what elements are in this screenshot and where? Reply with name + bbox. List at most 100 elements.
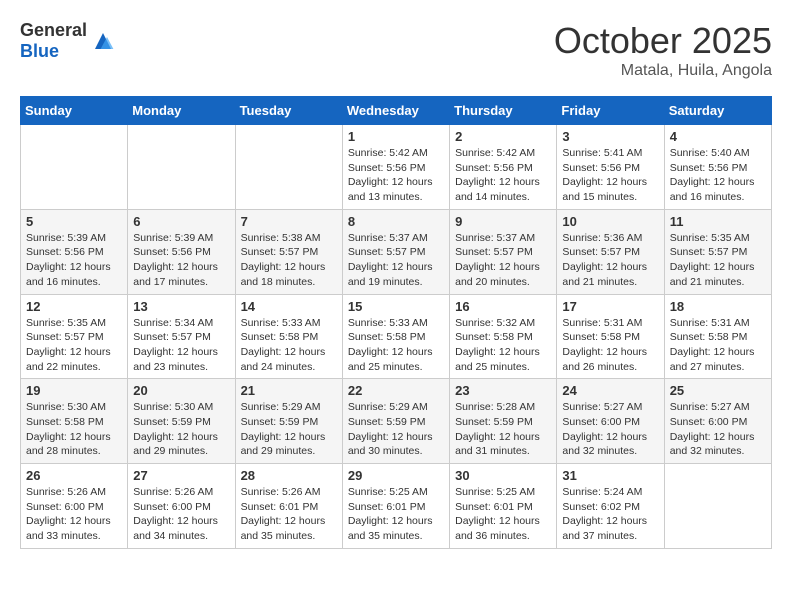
day-number: 29 (348, 468, 444, 483)
day-number: 20 (133, 383, 229, 398)
day-number: 11 (670, 214, 766, 229)
day-info: Sunrise: 5:28 AM Sunset: 5:59 PM Dayligh… (455, 400, 551, 459)
calendar-cell: 21Sunrise: 5:29 AM Sunset: 5:59 PM Dayli… (235, 379, 342, 464)
calendar-cell (235, 125, 342, 210)
day-number: 9 (455, 214, 551, 229)
calendar-cell: 28Sunrise: 5:26 AM Sunset: 6:01 PM Dayli… (235, 464, 342, 549)
calendar-cell: 23 Sunrise: 5:28 AM Sunset: 5:59 PM Dayli… (450, 379, 557, 464)
calendar-cell: 19Sunrise: 5:30 AM Sunset: 5:58 PM Dayli… (21, 379, 128, 464)
day-number: 4 (670, 129, 766, 144)
day-info: Sunrise: 5:35 AM Sunset: 5:57 PM Dayligh… (26, 316, 122, 375)
day-info: Sunrise: 5:33 AM Sunset: 5:58 PM Dayligh… (241, 316, 337, 375)
day-info: Sunrise: 5:31 AM Sunset: 5:58 PM Dayligh… (670, 316, 766, 375)
day-number: 8 (348, 214, 444, 229)
calendar-cell: 2 Sunrise: 5:42 AM Sunset: 5:56 PM Daylig… (450, 125, 557, 210)
day-info: Sunrise: 5:42 AM Sunset: 5:56 PM Dayligh… (455, 146, 551, 205)
day-number: 13 (133, 299, 229, 314)
calendar-week-row: 26 Sunrise: 5:26 AM Sunset: 6:00 PM Dayli… (21, 464, 772, 549)
day-info: Sunrise: 5:42 AM Sunset: 5:56 PM Dayligh… (348, 146, 444, 205)
day-info: Sunrise: 5:35 AM Sunset: 5:57 PM Dayligh… (670, 231, 766, 290)
calendar-cell: 5 Sunrise: 5:39 AM Sunset: 5:56 PM Daylig… (21, 209, 128, 294)
day-info: Sunrise: 5:30 AM Sunset: 5:59 PM Dayligh… (133, 400, 229, 459)
calendar-cell: 27 Sunrise: 5:26 AM Sunset: 6:00 PM Dayli… (128, 464, 235, 549)
day-info: Sunrise: 5:38 AM Sunset: 5:57 PM Dayligh… (241, 231, 337, 290)
calendar-cell: 16Sunrise: 5:32 AM Sunset: 5:58 PM Dayli… (450, 294, 557, 379)
day-info: Sunrise: 5:40 AM Sunset: 5:56 PM Dayligh… (670, 146, 766, 205)
day-number: 2 (455, 129, 551, 144)
logo: General Blue (20, 20, 115, 62)
calendar-cell: 18 Sunrise: 5:31 AM Sunset: 5:58 PM Dayli… (664, 294, 771, 379)
calendar-cell: 8 Sunrise: 5:37 AM Sunset: 5:57 PM Daylig… (342, 209, 449, 294)
day-info: Sunrise: 5:33 AM Sunset: 5:58 PM Dayligh… (348, 316, 444, 375)
calendar-body: 1 Sunrise: 5:42 AM Sunset: 5:56 PM Daylig… (21, 125, 772, 549)
col-sunday: Sunday (21, 97, 128, 125)
month-title: October 2025 (554, 20, 772, 62)
day-info: Sunrise: 5:27 AM Sunset: 6:00 PM Dayligh… (562, 400, 658, 459)
day-number: 14 (241, 299, 337, 314)
calendar-cell: 29 Sunrise: 5:25 AM Sunset: 6:01 PM Dayli… (342, 464, 449, 549)
day-info: Sunrise: 5:26 AM Sunset: 6:00 PM Dayligh… (26, 485, 122, 544)
day-number: 17 (562, 299, 658, 314)
day-info: Sunrise: 5:26 AM Sunset: 6:00 PM Dayligh… (133, 485, 229, 544)
day-info: Sunrise: 5:31 AM Sunset: 5:58 PM Dayligh… (562, 316, 658, 375)
day-number: 24 (562, 383, 658, 398)
subtitle: Matala, Huila, Angola (554, 62, 772, 80)
calendar-week-row: 5 Sunrise: 5:39 AM Sunset: 5:56 PM Daylig… (21, 209, 772, 294)
day-number: 18 (670, 299, 766, 314)
day-number: 5 (26, 214, 122, 229)
day-number: 30 (455, 468, 551, 483)
day-info: Sunrise: 5:26 AM Sunset: 6:01 PM Dayligh… (241, 485, 337, 544)
day-info: Sunrise: 5:37 AM Sunset: 5:57 PM Dayligh… (348, 231, 444, 290)
calendar-cell: 7Sunrise: 5:38 AM Sunset: 5:57 PM Daylig… (235, 209, 342, 294)
day-number: 26 (26, 468, 122, 483)
col-monday: Monday (128, 97, 235, 125)
day-number: 31 (562, 468, 658, 483)
calendar-cell (128, 125, 235, 210)
calendar-table: Sunday Monday Tuesday Wednesday Thursday… (20, 96, 772, 549)
calendar-cell: 17 Sunrise: 5:31 AM Sunset: 5:58 PM Dayli… (557, 294, 664, 379)
day-number: 10 (562, 214, 658, 229)
calendar-cell: 14 Sunrise: 5:33 AM Sunset: 5:58 PM Dayli… (235, 294, 342, 379)
day-info: Sunrise: 5:34 AM Sunset: 5:57 PM Dayligh… (133, 316, 229, 375)
day-number: 3 (562, 129, 658, 144)
weekday-row: Sunday Monday Tuesday Wednesday Thursday… (21, 97, 772, 125)
day-info: Sunrise: 5:39 AM Sunset: 5:56 PM Dayligh… (26, 231, 122, 290)
calendar-cell: 20 Sunrise: 5:30 AM Sunset: 5:59 PM Dayli… (128, 379, 235, 464)
calendar-cell: 3Sunrise: 5:41 AM Sunset: 5:56 PM Daylig… (557, 125, 664, 210)
col-friday: Friday (557, 97, 664, 125)
day-info: Sunrise: 5:39 AM Sunset: 5:56 PM Dayligh… (133, 231, 229, 290)
calendar-cell: 15 Sunrise: 5:33 AM Sunset: 5:58 PM Dayli… (342, 294, 449, 379)
calendar-cell: 22 Sunrise: 5:29 AM Sunset: 5:59 PM Dayli… (342, 379, 449, 464)
day-info: Sunrise: 5:27 AM Sunset: 6:00 PM Dayligh… (670, 400, 766, 459)
day-number: 27 (133, 468, 229, 483)
calendar-cell: 6Sunrise: 5:39 AM Sunset: 5:56 PM Daylig… (128, 209, 235, 294)
day-number: 22 (348, 383, 444, 398)
calendar-cell: 1 Sunrise: 5:42 AM Sunset: 5:56 PM Daylig… (342, 125, 449, 210)
calendar-cell: 25 Sunrise: 5:27 AM Sunset: 6:00 PM Dayli… (664, 379, 771, 464)
calendar-cell: 13 Sunrise: 5:34 AM Sunset: 5:57 PM Dayli… (128, 294, 235, 379)
calendar-week-row: 19Sunrise: 5:30 AM Sunset: 5:58 PM Dayli… (21, 379, 772, 464)
day-number: 25 (670, 383, 766, 398)
col-thursday: Thursday (450, 97, 557, 125)
col-tuesday: Tuesday (235, 97, 342, 125)
day-info: Sunrise: 5:32 AM Sunset: 5:58 PM Dayligh… (455, 316, 551, 375)
calendar-cell: 12Sunrise: 5:35 AM Sunset: 5:57 PM Dayli… (21, 294, 128, 379)
title-block: October 2025 Matala, Huila, Angola (554, 20, 772, 80)
day-number: 1 (348, 129, 444, 144)
day-number: 15 (348, 299, 444, 314)
calendar-header: Sunday Monday Tuesday Wednesday Thursday… (21, 97, 772, 125)
day-number: 21 (241, 383, 337, 398)
calendar-cell: 31Sunrise: 5:24 AM Sunset: 6:02 PM Dayli… (557, 464, 664, 549)
day-number: 23 (455, 383, 551, 398)
header: General Blue October 2025 Matala, Huila,… (20, 20, 772, 80)
calendar-cell: 26 Sunrise: 5:26 AM Sunset: 6:00 PM Dayli… (21, 464, 128, 549)
calendar-cell: 10 Sunrise: 5:36 AM Sunset: 5:57 PM Dayli… (557, 209, 664, 294)
day-info: Sunrise: 5:25 AM Sunset: 6:01 PM Dayligh… (348, 485, 444, 544)
day-info: Sunrise: 5:29 AM Sunset: 5:59 PM Dayligh… (348, 400, 444, 459)
calendar-week-row: 1 Sunrise: 5:42 AM Sunset: 5:56 PM Daylig… (21, 125, 772, 210)
calendar-cell: 24 Sunrise: 5:27 AM Sunset: 6:00 PM Dayli… (557, 379, 664, 464)
day-info: Sunrise: 5:36 AM Sunset: 5:57 PM Dayligh… (562, 231, 658, 290)
col-wednesday: Wednesday (342, 97, 449, 125)
logo-blue: Blue (20, 41, 87, 62)
calendar-cell: 30Sunrise: 5:25 AM Sunset: 6:01 PM Dayli… (450, 464, 557, 549)
